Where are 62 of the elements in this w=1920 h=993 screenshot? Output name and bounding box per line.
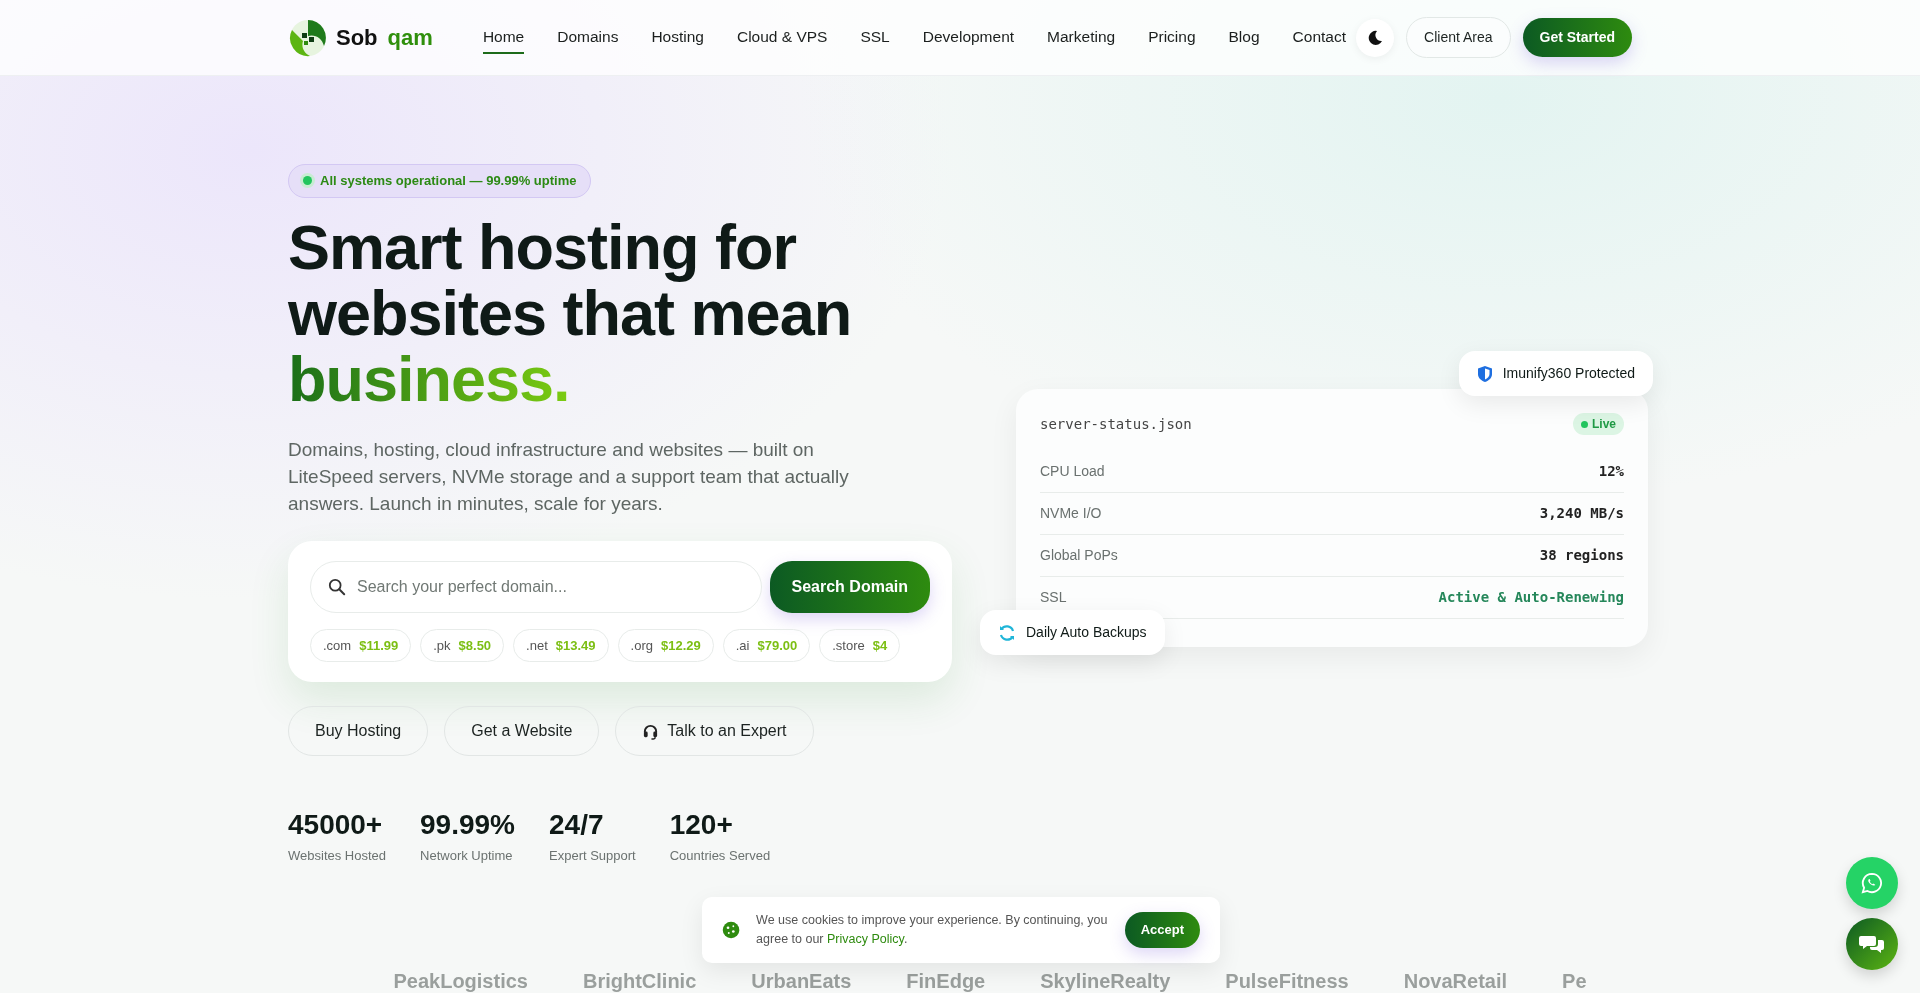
live-badge: Live — [1573, 413, 1624, 435]
stat-value: 120+ — [669, 808, 734, 843]
client-logo-text: SkylineRealty — [1040, 968, 1171, 993]
client-logo-text: BrightClinic — [582, 968, 697, 993]
client-logo-text: FinEdge — [906, 968, 986, 993]
nav-link[interactable]: Cloud & VPS — [736, 20, 828, 55]
stat-label: Websites Hosted — [288, 847, 387, 866]
stat-label: Countries Served — [669, 847, 771, 866]
client-logo-text: PeakLogistics — [393, 968, 528, 993]
nav-link[interactable]: Hosting — [651, 20, 704, 55]
file-name: server-status.json — [1040, 414, 1192, 434]
action-button[interactable]: Buy Hosting — [288, 706, 429, 757]
whatsapp-icon — [1861, 872, 1883, 894]
get-started-button[interactable]: Get Started — [1522, 18, 1632, 57]
client-logo-text: Pe — [1562, 968, 1587, 993]
stat-label: Network Uptime — [420, 847, 514, 866]
client-area-button[interactable]: Client Area — [1406, 17, 1511, 58]
nav-link[interactable]: Development — [922, 20, 1015, 55]
nav-link[interactable]: SSL — [860, 20, 890, 55]
shield-icon — [1476, 364, 1493, 383]
chat-button[interactable] — [1846, 918, 1898, 970]
domain-search-field[interactable]: Search your perfect domain... — [310, 560, 762, 613]
metric-value: 38 regions — [1539, 546, 1624, 565]
client-logo-text: UrbanEats — [751, 968, 852, 993]
talk-to-expert-button[interactable]: Talk to an Expert — [615, 706, 814, 757]
nav-link[interactable]: Home — [482, 20, 525, 55]
search-icon — [328, 577, 346, 596]
chat-icon — [1859, 933, 1885, 955]
protection-badge: Imunify360 Protected — [1458, 351, 1653, 396]
refresh-icon — [998, 623, 1016, 642]
metric-value: 3,240 MB/s — [1539, 504, 1624, 523]
logo-text[interactable]: Sob qam — [336, 21, 433, 54]
logo-icon — [288, 17, 328, 58]
metric-label: NVMe I/O — [1040, 504, 1102, 523]
nav-link[interactable]: Domains — [557, 20, 619, 55]
nav-link[interactable]: Contact — [1292, 20, 1346, 55]
search-domain-button[interactable]: Search Domain — [769, 560, 930, 613]
nav-link[interactable]: Marketing — [1047, 20, 1116, 55]
action-button[interactable]: Get a Website — [444, 706, 600, 757]
accept-button[interactable]: Accept — [1124, 912, 1200, 948]
client-logo-text: NovaRetail — [1403, 968, 1508, 993]
status-dot — [303, 176, 312, 186]
stat-label: Expert Support — [549, 847, 636, 866]
client-logo-text: PulseFitness — [1225, 968, 1349, 993]
backups-badge: Daily Auto Backups — [980, 610, 1165, 655]
stat-value: 45000+ — [288, 808, 384, 843]
metric-label: CPU Load — [1040, 462, 1105, 481]
metric-label: SSL — [1040, 588, 1067, 607]
moon-icon — [1367, 29, 1384, 46]
metric-value: 12% — [1598, 462, 1624, 481]
hero-description: Domains, hosting, cloud infrastructure and websites — built on LiteSpeed servers, NVMe storage and a support team that actually answers. Launch in minutes, scale for years. — [288, 437, 850, 516]
nav-link[interactable]: Blog — [1228, 20, 1260, 55]
hero-headline: Smart hosting for websites that mean business. — [288, 213, 853, 412]
status-text: All systems operational — 99.99% uptime — [320, 172, 577, 190]
metric-value: Active & Auto-Renewing — [1438, 588, 1624, 607]
stat-value: 99.99% — [420, 808, 515, 843]
stat-value: 24/7 — [549, 808, 605, 843]
headset-icon — [642, 722, 660, 740]
nav-link[interactable]: Pricing — [1148, 20, 1196, 55]
metric-label: Global PoPs — [1040, 546, 1118, 565]
cookie-message: We use cookies to improve your experience. By continuing, you agree to our Privacy Policy. — [756, 912, 1109, 948]
privacy-policy-link[interactable]: Privacy Policy — [827, 932, 904, 946]
